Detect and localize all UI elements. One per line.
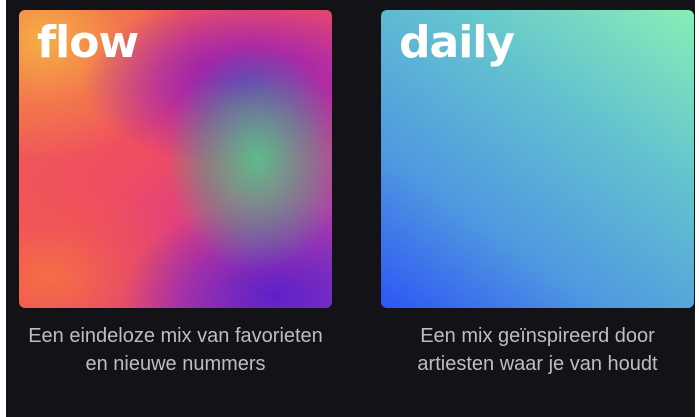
mix-cards-section: flow Een eindeloze mix van favorieten en… [0, 0, 699, 417]
flow-cover-title: flow [37, 17, 139, 68]
daily-cover-art[interactable]: daily [381, 10, 694, 308]
daily-caption: Een mix geïnspireerd door artiesten waar… [417, 325, 658, 375]
flow-mix-card[interactable]: flow Een eindeloze mix van favorieten en… [19, 10, 332, 378]
daily-cover-title: daily [399, 17, 515, 68]
flow-caption: Een eindeloze mix van favorieten en nieu… [28, 325, 323, 375]
daily-mix-card[interactable]: daily Een mix geïnspireerd door artieste… [381, 10, 694, 378]
flow-cover-art[interactable]: flow [19, 10, 332, 308]
